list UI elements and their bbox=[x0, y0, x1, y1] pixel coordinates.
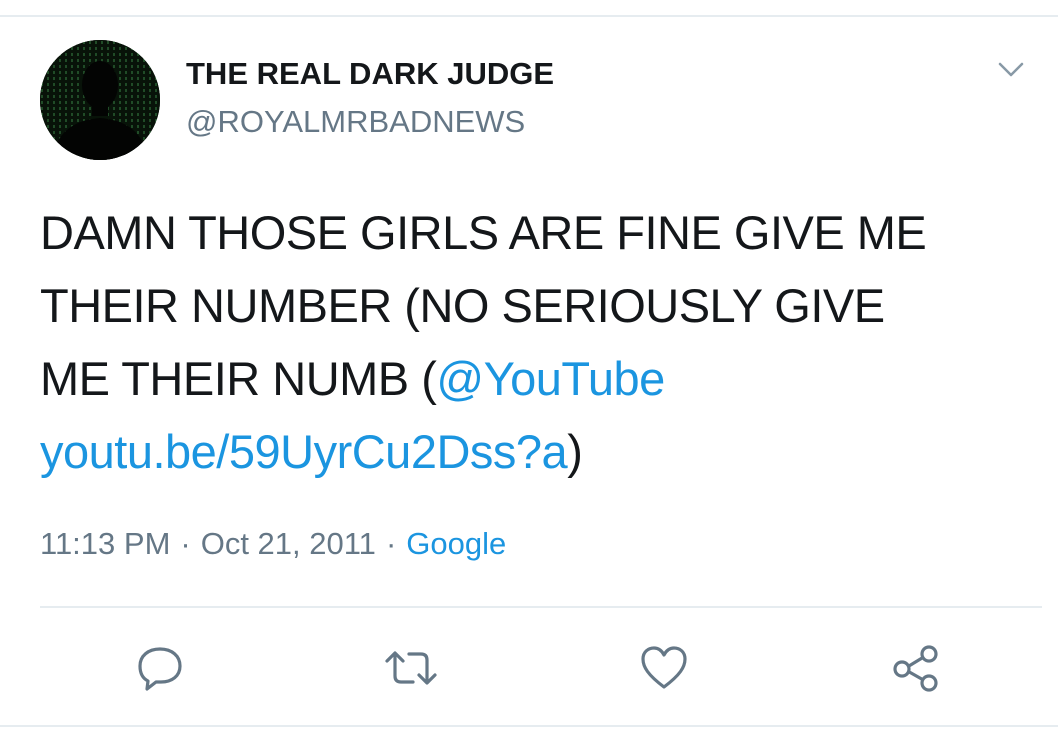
top-divider bbox=[0, 15, 1058, 17]
bottom-divider bbox=[0, 725, 1058, 727]
avatar[interactable] bbox=[40, 40, 160, 160]
avatar-image bbox=[40, 40, 160, 160]
actions-divider bbox=[40, 606, 1042, 608]
mention-link[interactable]: @YouTube bbox=[436, 352, 665, 405]
heart-icon bbox=[641, 646, 687, 689]
meta-separator: · bbox=[180, 526, 191, 561]
tweet-text: DAMN THOSE GIRLS ARE FINE GIVE ME THEIR … bbox=[40, 196, 1030, 488]
action-bar bbox=[0, 636, 1058, 700]
reply-button[interactable] bbox=[128, 636, 192, 700]
display-name[interactable]: THE REAL DARK JUDGE bbox=[186, 56, 554, 92]
user-handle[interactable]: @ROYALMRBADNEWS bbox=[186, 104, 554, 140]
tweet-date: Oct 21, 2011 bbox=[200, 526, 376, 561]
tweet-text-line: DAMN THOSE GIRLS ARE FINE GIVE ME bbox=[40, 206, 927, 259]
retweet-icon bbox=[385, 651, 437, 685]
tweet-text-line: THEIR NUMBER (NO SERIOUSLY GIVE bbox=[40, 279, 885, 332]
tweet-source-link[interactable]: Google bbox=[406, 526, 506, 561]
tweet-time: 11:13 PM bbox=[40, 526, 171, 561]
meta-separator: · bbox=[385, 526, 397, 561]
tweet-text-line: youtu.be/59UyrCu2Dss?a) bbox=[40, 415, 1030, 488]
author-names: THE REAL DARK JUDGE @ROYALMRBADNEWS bbox=[186, 56, 554, 140]
tweet-text-fragment: ME THEIR NUMB ( bbox=[40, 352, 437, 405]
share-button[interactable] bbox=[884, 636, 948, 700]
share-icon bbox=[893, 645, 938, 692]
url-link[interactable]: youtu.be/59UyrCu2Dss?a bbox=[40, 425, 568, 478]
tweet-page: THE REAL DARK JUDGE @ROYALMRBADNEWS DAMN… bbox=[0, 0, 1058, 746]
retweet-button[interactable] bbox=[379, 636, 443, 700]
tweet-text-line: ME THEIR NUMB (@YouTube bbox=[40, 342, 1030, 415]
reply-icon bbox=[138, 647, 182, 691]
tweet-header: THE REAL DARK JUDGE @ROYALMRBADNEWS bbox=[40, 40, 1030, 160]
tweet-meta: 11:13 PM · Oct 21, 2011 · Google bbox=[40, 524, 506, 564]
chevron-down-icon[interactable] bbox=[996, 54, 1026, 84]
like-button[interactable] bbox=[632, 636, 696, 700]
tweet-text-fragment: ) bbox=[567, 425, 583, 478]
